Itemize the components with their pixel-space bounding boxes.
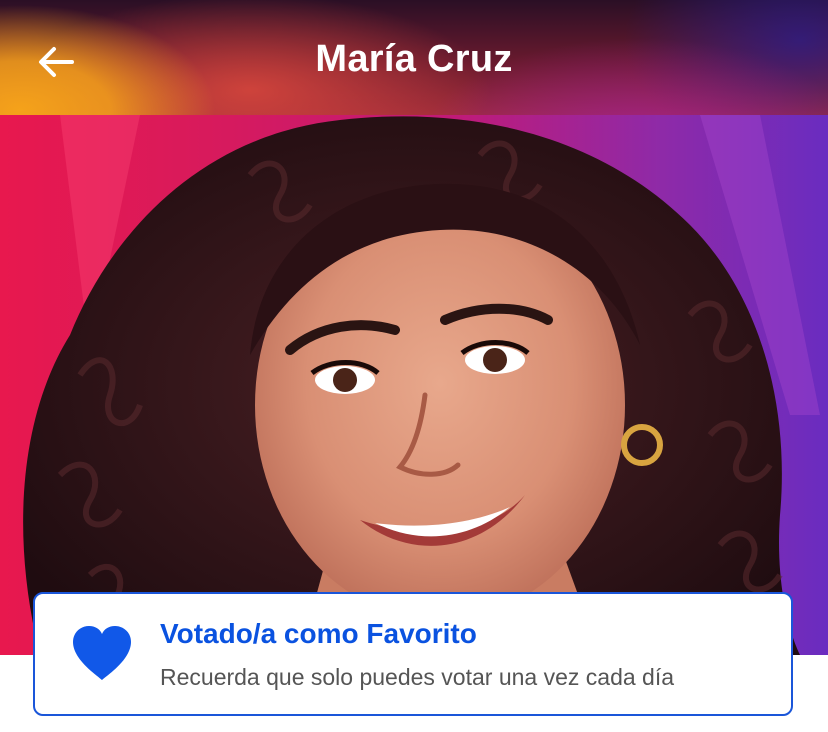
contestant-photo (0, 115, 828, 655)
page-title: María Cruz (315, 38, 513, 80)
heart-icon (73, 626, 131, 680)
vote-status-title: Votado/a como Favorito (160, 618, 477, 649)
contestant-screen: María Cruz Votado/a como Favorito Recuer… (0, 0, 828, 732)
vote-status-subtitle: Recuerda que solo puedes votar una vez c… (160, 664, 675, 690)
vote-confirmation-card: Votado/a como Favorito Recuerda que solo… (33, 592, 793, 716)
top-app-bar: María Cruz (0, 0, 828, 115)
